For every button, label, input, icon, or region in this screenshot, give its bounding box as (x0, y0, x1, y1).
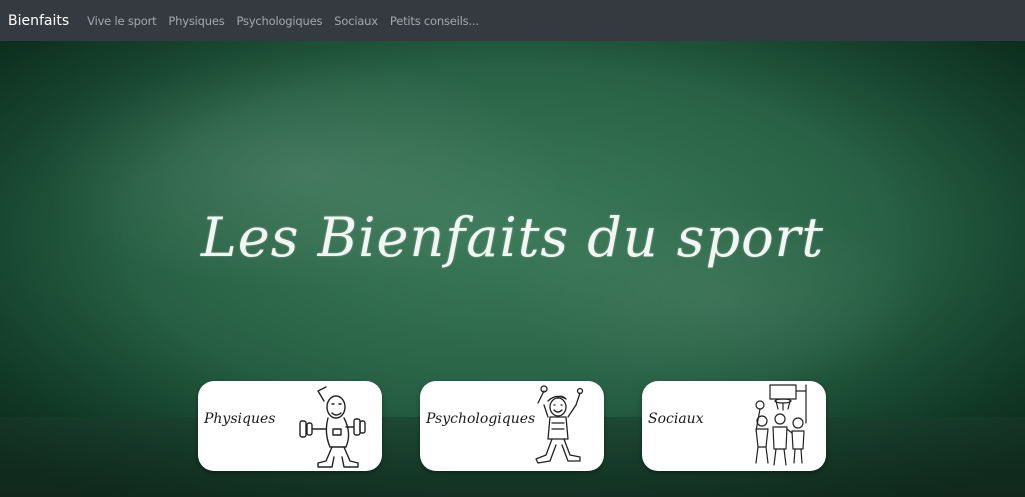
card-physiques[interactable]: Physiques (198, 381, 382, 471)
nav-link-psychologiques[interactable]: Psychologiques (237, 14, 323, 28)
nav-link-petits-conseils[interactable]: Petits conseils... (390, 14, 479, 28)
card-label-physiques: Physiques (204, 411, 276, 427)
navbar-brand[interactable]: Bienfaits (8, 13, 69, 29)
card-sociaux[interactable]: Sociaux (642, 381, 826, 471)
nav-link-sociaux[interactable]: Sociaux (334, 14, 378, 28)
nav-link-physiques[interactable]: Physiques (168, 14, 224, 28)
card-label-sociaux: Sociaux (648, 411, 704, 427)
hero-title: Les Bienfaits du sport (200, 206, 825, 269)
top-navbar: Bienfaits Vive le sport Physiques Psycho… (0, 0, 1025, 41)
basketball-group-drawing-icon (755, 384, 807, 466)
happy-person-drawing-icon (535, 385, 584, 464)
weightlifter-drawing-icon (299, 386, 366, 468)
card-psychologiques[interactable]: Psychologiques (420, 381, 604, 471)
nav-link-vive-le-sport[interactable]: Vive le sport (87, 14, 156, 28)
